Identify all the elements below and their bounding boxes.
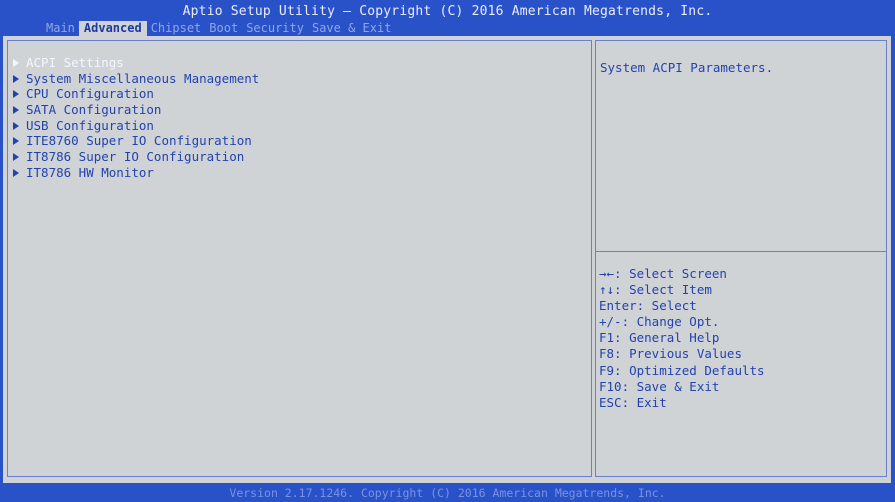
menu-item-acpi-settings[interactable]: ACPI Settings [11, 55, 259, 71]
tab-security[interactable]: Security [242, 21, 308, 36]
key-hint-save-exit: F10: Save & Exit [599, 378, 720, 394]
submenu-arrow-icon [13, 152, 19, 161]
help-panel: System ACPI Parameters. →←: Select Scree… [595, 40, 887, 477]
menu-item-label: USB Configuration [26, 117, 154, 133]
submenu-arrow-icon [13, 137, 19, 146]
menu-item-cpu-configuration[interactable]: CPU Configuration [11, 86, 259, 102]
key-hint-select-screen: →←: Select Screen [599, 266, 727, 281]
key-hint-previous-values: F8: Previous Values [599, 346, 742, 362]
menu-panel: ACPI Settings System Miscellaneous Manag… [7, 40, 592, 477]
tab-bar: Main Advanced Chipset Boot Security Save… [42, 21, 395, 36]
menu-item-system-misc-management[interactable]: System Miscellaneous Management [11, 71, 259, 87]
tab-main[interactable]: Main [42, 21, 79, 36]
menu-item-label: System Miscellaneous Management [26, 70, 260, 86]
help-divider [596, 251, 886, 252]
tab-boot[interactable]: Boot [205, 21, 242, 36]
key-hint-change-opt: +/-: Change Opt. [599, 314, 720, 330]
submenu-arrow-icon [13, 74, 19, 83]
tab-chipset[interactable]: Chipset [147, 21, 206, 36]
submenu-arrow-icon [13, 105, 19, 114]
menu-item-usb-configuration[interactable]: USB Configuration [11, 118, 259, 134]
submenu-arrow-icon [13, 90, 19, 99]
key-hint-optimized-defaults: F9: Optimized Defaults [599, 362, 765, 378]
key-hint-enter-select: Enter: Select [599, 298, 697, 314]
main-area: ACPI Settings System Miscellaneous Manag… [3, 36, 891, 483]
menu-item-it8786-super-io[interactable]: IT8786 Super IO Configuration [11, 149, 259, 165]
advanced-menu-list: ACPI Settings System Miscellaneous Manag… [11, 55, 259, 181]
key-hint-select-item: ↑↓: Select Item [599, 282, 712, 298]
submenu-arrow-icon [13, 168, 19, 177]
menu-item-label: ACPI Settings [26, 55, 124, 70]
menu-item-it8786-hw-monitor[interactable]: IT8786 HW Monitor [11, 165, 259, 181]
menu-item-label: ITE8760 Super IO Configuration [26, 133, 252, 149]
menu-item-ite8760-super-io[interactable]: ITE8760 Super IO Configuration [11, 133, 259, 149]
menu-item-label: IT8786 Super IO Configuration [26, 149, 245, 165]
menu-item-sata-configuration[interactable]: SATA Configuration [11, 102, 259, 118]
version-footer: Version 2.17.1246. Copyright (C) 2016 Am… [0, 485, 895, 502]
menu-item-label: CPU Configuration [26, 86, 154, 102]
submenu-arrow-icon [13, 121, 19, 130]
utility-title: Aptio Setup Utility – Copyright (C) 2016… [182, 4, 713, 19]
help-description: System ACPI Parameters. [600, 60, 774, 75]
submenu-arrow-icon [13, 58, 19, 67]
key-legend: →←: Select Screen ↑↓: Select Item Enter:… [599, 266, 765, 411]
key-hint-general-help: F1: General Help [599, 330, 720, 346]
tab-save-exit[interactable]: Save & Exit [308, 21, 395, 36]
key-hint-esc-exit: ESC: Exit [599, 394, 667, 410]
menu-item-label: IT8786 HW Monitor [26, 164, 154, 180]
tab-advanced[interactable]: Advanced [78, 21, 147, 36]
header-bar: Aptio Setup Utility – Copyright (C) 2016… [0, 0, 895, 36]
menu-item-label: SATA Configuration [26, 102, 162, 118]
